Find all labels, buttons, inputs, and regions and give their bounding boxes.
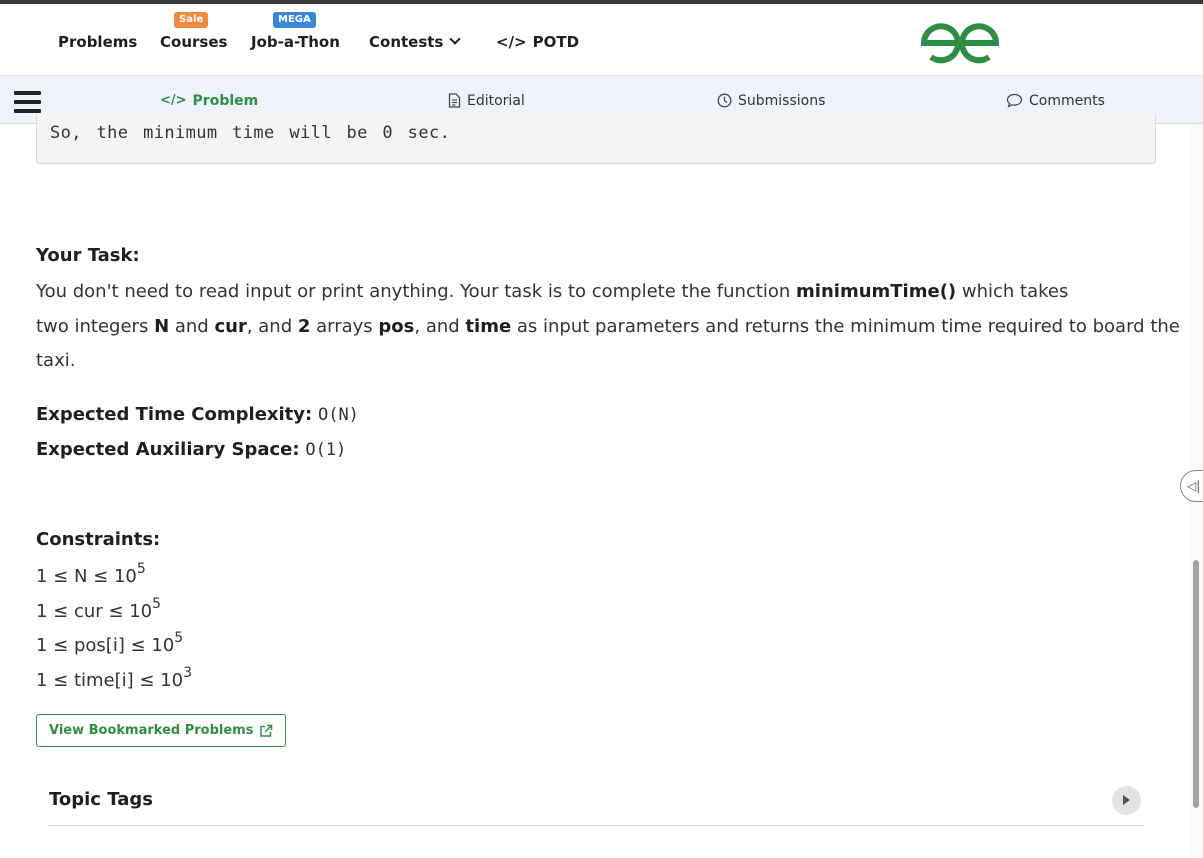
tab-problem-label: Problem bbox=[192, 92, 259, 109]
task-line-3: taxi. bbox=[36, 350, 76, 371]
mega-badge: MEGA bbox=[273, 12, 316, 28]
task-line-2: two integers N and cur, and 2 arrays pos… bbox=[36, 310, 1180, 344]
task-text: , and bbox=[246, 316, 298, 337]
constraint-exponent: 5 bbox=[136, 561, 146, 577]
constraints-heading: Constraints: bbox=[36, 529, 161, 550]
constraint-line: 1 ≤ time[i] ≤ 103 bbox=[36, 665, 193, 691]
time-complexity-value: O(N) bbox=[317, 405, 359, 425]
constraint-text: 1 ≤ N ≤ 10 bbox=[36, 566, 137, 587]
space-complexity-value: O(1) bbox=[305, 440, 347, 460]
param-pos: pos bbox=[378, 316, 415, 337]
sale-badge: Sale bbox=[174, 12, 209, 28]
param-cur: cur bbox=[214, 316, 247, 337]
nav-contests[interactable]: Contests bbox=[369, 33, 462, 51]
tab-submissions-label: Submissions bbox=[738, 92, 826, 109]
task-text: , and bbox=[414, 316, 466, 337]
expand-topic-tags-button[interactable] bbox=[1112, 786, 1141, 815]
clock-icon bbox=[717, 93, 732, 108]
nav-courses[interactable]: Courses bbox=[160, 33, 227, 51]
constraint-text: 1 ≤ cur ≤ 10 bbox=[36, 601, 153, 622]
space-complexity: Expected Auxiliary Space: O(1) bbox=[36, 433, 346, 467]
chevron-down-icon bbox=[449, 33, 462, 45]
code-icon: </> bbox=[496, 33, 527, 51]
view-bookmarked-problems-button[interactable]: View Bookmarked Problems bbox=[36, 714, 286, 747]
tab-comments-label: Comments bbox=[1029, 92, 1105, 109]
menu-icon[interactable] bbox=[14, 91, 41, 113]
time-complexity: Expected Time Complexity: O(N) bbox=[36, 398, 359, 432]
top-navbar: Problems Sale Courses MEGA Job-a-Thon Co… bbox=[0, 4, 1203, 76]
topic-tags-heading[interactable]: Topic Tags bbox=[49, 789, 153, 810]
code-icon: </> bbox=[160, 93, 187, 108]
task-heading: Your Task: bbox=[36, 245, 140, 266]
nav-job-a-thon[interactable]: Job-a-Thon bbox=[251, 33, 340, 51]
task-text: arrays bbox=[310, 316, 379, 337]
nav-potd[interactable]: </> POTD bbox=[496, 33, 579, 51]
time-complexity-label: Expected Time Complexity: bbox=[36, 404, 313, 425]
example-output-box: So, the minimum time will be 0 sec. bbox=[36, 114, 1156, 164]
param-count: 2 bbox=[297, 316, 311, 337]
collapse-panel-handle[interactable]: ◁| bbox=[1180, 470, 1203, 502]
constraint-exponent: 5 bbox=[174, 630, 184, 646]
param-n: N bbox=[154, 316, 170, 337]
nav-potd-label: POTD bbox=[532, 33, 580, 51]
collapse-arrow-icon: ◁| bbox=[1187, 479, 1201, 493]
example-explanation: So, the minimum time will be 0 sec. bbox=[50, 123, 451, 143]
document-icon bbox=[448, 93, 461, 108]
param-time: time bbox=[465, 316, 512, 337]
nav-problems[interactable]: Problems bbox=[58, 33, 137, 51]
constraint-exponent: 5 bbox=[152, 596, 162, 612]
constraint-line: 1 ≤ cur ≤ 105 bbox=[36, 596, 162, 622]
scrollbar-thumb[interactable] bbox=[1193, 560, 1199, 808]
task-text: and bbox=[169, 316, 215, 337]
constraint-text: 1 ≤ pos[i] ≤ 10 bbox=[36, 635, 175, 656]
task-text: You don't need to read input or print an… bbox=[36, 281, 797, 302]
task-text: as input parameters and returns the mini… bbox=[511, 316, 1180, 337]
constraint-text: 1 ≤ time[i] ≤ 10 bbox=[36, 670, 184, 691]
constraint-line: 1 ≤ N ≤ 105 bbox=[36, 561, 146, 587]
task-text: two integers bbox=[36, 316, 155, 337]
comment-icon bbox=[1006, 93, 1023, 108]
topic-divider bbox=[48, 825, 1144, 826]
constraint-exponent: 3 bbox=[183, 665, 193, 681]
function-name: minimumTime() bbox=[796, 281, 957, 302]
constraint-line: 1 ≤ pos[i] ≤ 105 bbox=[36, 630, 184, 656]
space-complexity-label: Expected Auxiliary Space: bbox=[36, 439, 300, 460]
task-text: which takes bbox=[956, 281, 1069, 302]
nav-contests-label: Contests bbox=[369, 33, 444, 51]
tab-editorial-label: Editorial bbox=[467, 92, 525, 109]
external-link-icon bbox=[260, 724, 273, 737]
task-line-1: You don't need to read input or print an… bbox=[36, 275, 1068, 309]
bookmark-button-label: View Bookmarked Problems bbox=[49, 723, 254, 738]
gfg-logo-icon[interactable] bbox=[918, 21, 1002, 65]
